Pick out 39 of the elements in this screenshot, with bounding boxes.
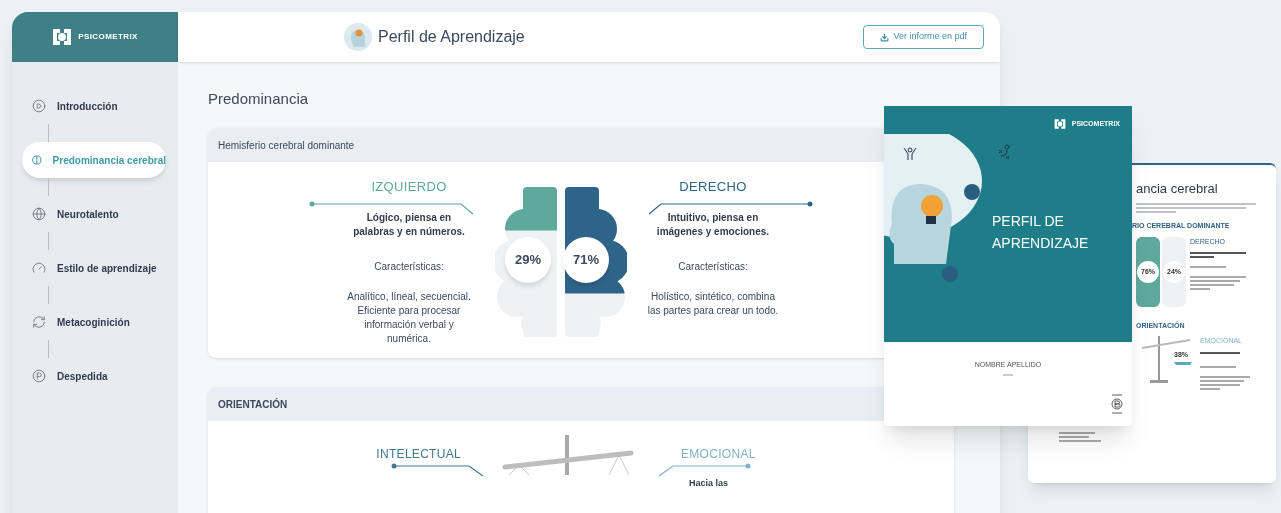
orientation-heading: EMOCIONAL <box>681 446 756 463</box>
sidebar-item[interactable]: Neurotalento <box>22 196 166 232</box>
globe-icon <box>32 207 46 221</box>
section-title: Predominancia <box>208 89 310 109</box>
pdf-button[interactable]: Ver informe en pdf <box>863 25 984 49</box>
hemisphere-summary: Intuitivo, piensa en imágenes y emociones. <box>655 210 771 239</box>
logo-text: PSICOMETRIX <box>78 31 138 43</box>
card-title: ORIENTACIÓN <box>218 397 288 412</box>
characteristics-label: Características: <box>374 259 444 274</box>
head-lightbulb-icon <box>344 23 372 51</box>
text-lines-drawing <box>1003 373 1013 376</box>
brain-icon <box>32 153 42 167</box>
download-icon <box>880 32 890 42</box>
sidebar-item[interactable]: Metacoginición <box>22 304 166 340</box>
page-header-title: Perfil de Aprendizaje <box>378 27 525 47</box>
strategy-icon <box>997 144 1011 160</box>
card-title: Hemisferio cerebral dominante <box>218 138 355 153</box>
text-lines-drawing <box>1059 432 1101 442</box>
sidebar-item[interactable]: Introducción <box>22 88 166 124</box>
certification-badge-icon <box>1110 394 1124 416</box>
gauge-icon <box>32 261 46 275</box>
hemisphere-description: Holístico, sintético, combina las partes para crear un todo. <box>646 289 780 318</box>
play-icon <box>32 99 46 113</box>
characteristics-label: Características: <box>678 259 748 274</box>
hemisphere-summary: Lógico, piensa en palabras y en números. <box>352 210 466 239</box>
orientation-heading: INTELECTUAL <box>376 446 461 463</box>
sidebar-item[interactable]: Despedida <box>22 358 166 394</box>
hemisphere-description: Analítico, líneal, secuencial. Eficiente para procesar información verbal y numérica. <box>346 289 472 346</box>
people-icon <box>902 146 918 162</box>
cover-title: PERFIL DE APRENDIZAJE <box>992 212 1090 253</box>
hemisphere-heading: DERECHO <box>679 178 747 196</box>
logo-icon <box>52 28 73 46</box>
report-page-title: ancia cerebral <box>1136 180 1219 198</box>
circle-p-icon <box>32 369 46 383</box>
cycle-icon <box>32 315 46 329</box>
hemisphere-heading: IZQUIERDO <box>371 178 447 196</box>
logo-icon <box>1053 118 1066 130</box>
sidebar-item[interactable]: Estilo de aprendizaje <box>22 250 166 286</box>
orientation-summary: Hacia las <box>689 477 729 490</box>
